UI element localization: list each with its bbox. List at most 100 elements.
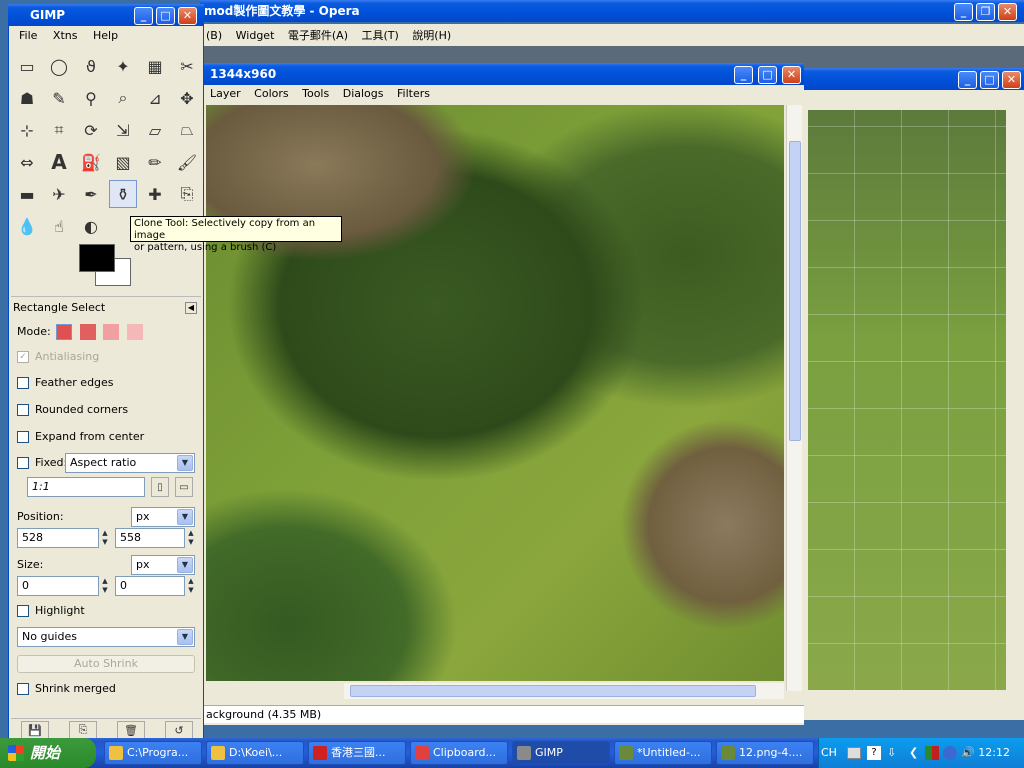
second-image-minimize-button[interactable]: _	[958, 71, 977, 89]
image-window-title-bar[interactable]: 1344x960 _ □ ✕	[204, 63, 804, 85]
heal-icon[interactable]: ✚	[141, 180, 169, 208]
clone-icon[interactable]: ⚱	[109, 180, 137, 208]
portrait-icon[interactable]: ▯	[151, 477, 169, 497]
image-menu-colors[interactable]: Colors	[254, 87, 288, 100]
spin-arrows-icon[interactable]: ▲ ▼	[100, 529, 110, 549]
opera-menu-bookmarks[interactable]: (B)	[206, 29, 222, 42]
opera-close-button[interactable]: ✕	[998, 3, 1017, 21]
rotate-icon[interactable]: ⟳	[77, 116, 105, 144]
lasso-icon[interactable]: ϑ	[77, 52, 105, 80]
horizontal-scroll-thumb[interactable]	[350, 685, 756, 697]
position-x-input[interactable]: 528 ▲ ▼	[17, 528, 108, 548]
vertical-scrollbar[interactable]	[786, 105, 802, 691]
feather-edges-option[interactable]: Feather edges	[17, 376, 114, 389]
image-menu-filters[interactable]: Filters	[397, 87, 430, 100]
gimp-menu-xtns[interactable]: Xtns	[53, 29, 78, 42]
airbrush-icon[interactable]: ✈	[45, 180, 73, 208]
image-menu-dialogs[interactable]: Dialogs	[343, 87, 384, 100]
scissors-icon[interactable]: ✂	[173, 52, 201, 80]
opera-menu-mail[interactable]: 電子郵件(A)	[288, 27, 348, 43]
paintbrush-icon[interactable]: 🖌	[173, 148, 201, 176]
perspective-icon[interactable]: ⏢	[173, 116, 201, 144]
opera-menu-widget[interactable]: Widget	[236, 29, 275, 42]
image-canvas[interactable]	[206, 105, 784, 681]
perspective-clone-icon[interactable]: ⎘	[173, 180, 201, 208]
tool-options-menu-icon[interactable]: ◀	[185, 302, 197, 314]
save-options-icon[interactable]: 💾	[21, 721, 49, 739]
shear-icon[interactable]: ▱	[141, 116, 169, 144]
spin-arrows-icon[interactable]: ▲ ▼	[186, 529, 196, 549]
zoom-icon[interactable]: ⌕	[109, 84, 137, 112]
start-button[interactable]: 開始	[0, 738, 96, 768]
crop-icon[interactable]: ⌗	[45, 116, 73, 144]
rounded-corners-option[interactable]: Rounded corners	[17, 403, 128, 416]
auto-shrink-button[interactable]: Auto Shrink	[17, 655, 195, 673]
reset-options-icon[interactable]: ↺	[165, 721, 193, 739]
opera-restore-button[interactable]: ❐	[976, 3, 995, 21]
antialiasing-option[interactable]: ✓ Antialiasing	[17, 350, 99, 363]
fixed-checkbox[interactable]	[17, 457, 29, 469]
network-icon[interactable]	[943, 746, 957, 760]
fixed-option[interactable]: Fixed:	[17, 456, 67, 469]
tray-app-icon[interactable]	[925, 746, 939, 760]
expand-from-center-option[interactable]: Expand from center	[17, 430, 144, 443]
keyboard-icon[interactable]	[847, 747, 861, 759]
pencil-icon[interactable]: ✏	[141, 148, 169, 176]
move-icon[interactable]: ✥	[173, 84, 201, 112]
mode-replace-icon[interactable]	[56, 324, 73, 340]
gimp-close-button[interactable]: ✕	[178, 7, 197, 25]
size-width-input[interactable]: 0 ▲ ▼	[17, 576, 108, 596]
align-icon[interactable]: ⊹	[13, 116, 41, 144]
spin-arrows-icon[interactable]: ▲ ▼	[100, 577, 110, 597]
highlight-option[interactable]: Highlight	[17, 604, 85, 617]
ellipse-select-icon[interactable]: ◯	[45, 52, 73, 80]
taskbar-task[interactable]: GIMP	[512, 741, 610, 765]
measure-icon[interactable]: ⊿	[141, 84, 169, 112]
color-select-icon[interactable]: ▦	[141, 52, 169, 80]
expand-from-center-checkbox[interactable]	[17, 431, 29, 443]
antialiasing-checkbox[interactable]: ✓	[17, 351, 29, 363]
blur-icon[interactable]: 💧	[13, 212, 41, 240]
eraser-icon[interactable]: ▬	[13, 180, 41, 208]
gimp-title-bar[interactable]: GIMP _ □ ✕	[8, 4, 204, 26]
foreground-select-icon[interactable]: ☗	[13, 84, 41, 112]
gimp-maximize-button[interactable]: □	[156, 7, 175, 25]
second-image-title-bar[interactable]: _ □ ✕	[802, 68, 1024, 90]
vertical-scroll-thumb[interactable]	[789, 141, 801, 441]
help-icon[interactable]: ?	[867, 746, 881, 760]
shrink-merged-option[interactable]: Shrink merged	[17, 682, 116, 695]
gimp-menu-help[interactable]: Help	[93, 29, 118, 42]
guides-dropdown[interactable]: No guides ▼	[17, 627, 195, 647]
tray-expand-icon[interactable]: ❮	[909, 746, 918, 759]
mode-add-icon[interactable]	[79, 324, 96, 340]
clock[interactable]: 12:12	[978, 746, 1010, 759]
position-unit-dropdown[interactable]: px ▼	[131, 507, 195, 527]
restore-options-icon[interactable]: ⎘	[69, 721, 97, 739]
delete-options-icon[interactable]: 🗑	[117, 721, 145, 739]
paths-icon[interactable]: ✎	[45, 84, 73, 112]
mode-subtract-icon[interactable]	[103, 324, 120, 340]
foreground-color-swatch[interactable]	[79, 244, 115, 272]
scale-icon[interactable]: ⇲	[109, 116, 137, 144]
image-menu-layer[interactable]: Layer	[210, 87, 241, 100]
mode-intersect-icon[interactable]	[126, 324, 143, 340]
size-unit-dropdown[interactable]: px ▼	[131, 555, 195, 575]
ink-icon[interactable]: ✒	[77, 180, 105, 208]
horizontal-scrollbar[interactable]	[344, 683, 784, 699]
taskbar-task[interactable]: D:\Koei\...	[206, 741, 304, 765]
landscape-icon[interactable]: ▭	[175, 477, 193, 497]
taskbar-task[interactable]: *Untitled-...	[614, 741, 712, 765]
highlight-checkbox[interactable]	[17, 605, 29, 617]
opera-menu-help[interactable]: 說明(H)	[412, 27, 451, 43]
feather-edges-checkbox[interactable]	[17, 377, 29, 389]
gimp-minimize-button[interactable]: _	[134, 7, 153, 25]
second-image-maximize-button[interactable]: □	[980, 71, 999, 89]
taskbar-task[interactable]: Clipboard...	[410, 741, 508, 765]
color-picker-icon[interactable]: ⚲	[77, 84, 105, 112]
position-y-input[interactable]: 558 ▲ ▼	[115, 528, 194, 548]
text-icon[interactable]: A	[45, 148, 73, 176]
flip-icon[interactable]: ⇔	[13, 148, 41, 176]
opera-minimize-button[interactable]: _	[954, 3, 973, 21]
blend-icon[interactable]: ▧	[109, 148, 137, 176]
second-image-close-button[interactable]: ✕	[1002, 71, 1021, 89]
